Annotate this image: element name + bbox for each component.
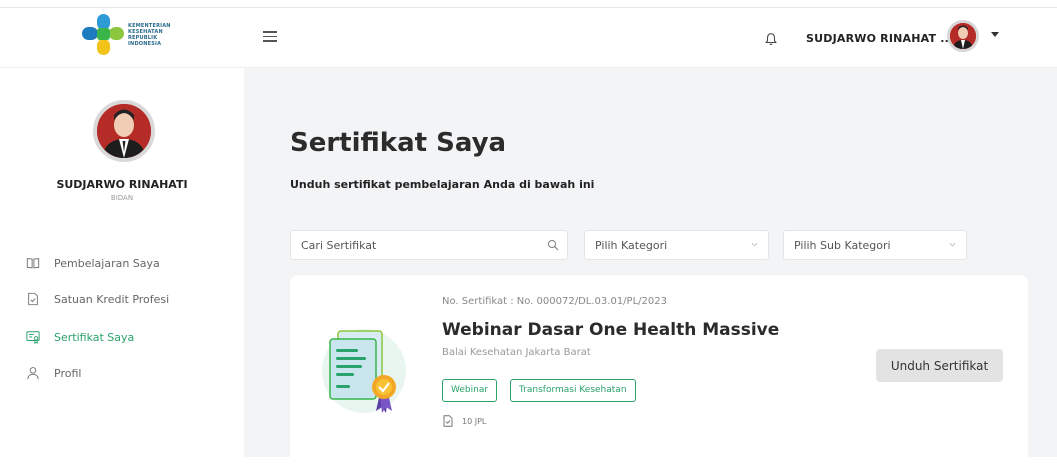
page-title: Sertifikat Saya [290,128,507,158]
header-avatar[interactable] [947,20,979,52]
sidebar-item-sertifikat-saya[interactable]: Sertifikat Saya [26,330,134,344]
search-input[interactable]: Cari Sertifikat [290,230,568,260]
sidebar-item-label: Pembelajaran Saya [54,256,160,270]
sidebar-item-label: Sertifikat Saya [54,330,135,344]
top-divider [0,7,1057,8]
jpl-info: 10 JPL [442,415,486,427]
profile-name: SUDJARWO RINAHATI [56,178,188,191]
tag-badge: Transformasi Kesehatan [510,379,636,402]
sidebar-item-profil[interactable]: Profil [26,366,81,380]
chevron-down-icon [949,242,956,247]
kemenkes-logo[interactable]: KEMENTERIAN KESEHATAN REPUBLIK INDONESIA [82,14,171,56]
header-user-name[interactable]: SUDJARWO RINAHAT ... [806,32,953,45]
caret-down-icon[interactable] [991,32,999,37]
logo-mark [82,14,124,56]
certificate-card: No. Sertifikat : No. 000072/DL.03.01/PL/… [290,275,1028,465]
certificate-organizer: Balai Kesehatan Jakarta Barat [442,347,591,358]
document-icon [28,292,38,306]
sidebar: SUDJARWO RINAHATI BIDAN Pembelajaran Say… [0,68,244,457]
category-select[interactable]: Pilih Kategori [584,230,769,260]
bell-icon[interactable] [764,32,778,46]
certificate-title: Webinar Dasar One Health Massive [442,320,780,340]
profile-role: BIDAN [110,194,134,202]
document-icon [443,415,453,427]
logo-line: INDONESIA [128,41,162,47]
download-certificate-button[interactable]: Unduh Sertifikat [876,349,1003,382]
user-icon [27,367,39,380]
page-subtitle: Unduh sertifikat pembelajaran Anda di ba… [290,178,595,191]
main-content: Sertifikat Saya Unduh sertifikat pembela… [244,68,1057,465]
top-bar: KEMENTERIAN KESEHATAN REPUBLIK INDONESIA… [0,0,1057,68]
jpl-value: 10 JPL [462,416,487,426]
sidebar-item-label: Profil [54,366,82,380]
profile-avatar [93,100,155,162]
search-icon[interactable] [547,239,559,251]
sidebar-item-satuan-kredit-profesi[interactable]: Satuan Kredit Profesi [26,292,169,306]
certificate-icon [26,331,40,344]
certificate-number: No. Sertifikat : No. 000072/DL.03.01/PL/… [442,296,667,307]
tag-badge: Webinar [442,379,498,402]
subcategory-placeholder: Pilih Sub Kategori [794,239,891,252]
subcategory-select[interactable]: Pilih Sub Kategori [783,230,967,260]
search-placeholder: Cari Sertifikat [301,239,377,252]
sidebar-item-pembelajaran-saya[interactable]: Pembelajaran Saya [26,256,160,270]
sidebar-item-label: Satuan Kredit Profesi [54,292,170,306]
book-open-icon [26,258,40,269]
logo-text: KEMENTERIAN KESEHATAN REPUBLIK INDONESIA [128,23,171,47]
category-placeholder: Pilih Kategori [595,239,668,252]
chevron-down-icon [751,242,758,247]
hamburger-icon[interactable] [263,31,277,45]
certificate-illustration [322,329,406,413]
